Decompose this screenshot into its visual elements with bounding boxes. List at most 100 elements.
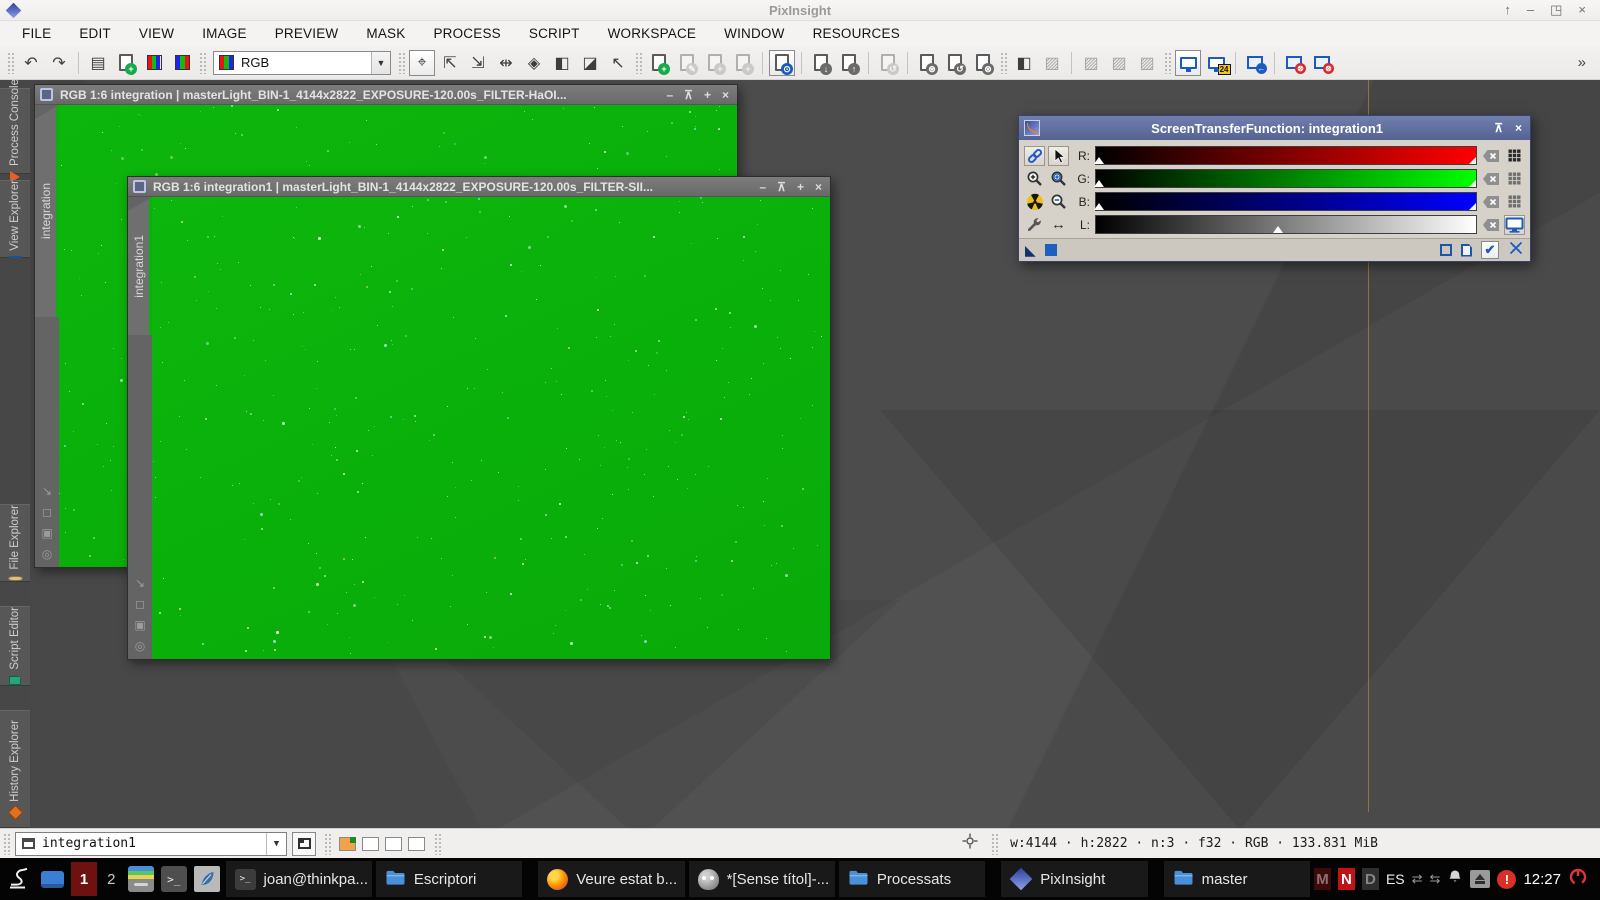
menu-item-view[interactable]: VIEW xyxy=(125,23,188,44)
menu-item-workspace[interactable]: WORKSPACE xyxy=(594,23,711,44)
toolbar-grip[interactable] xyxy=(199,52,206,74)
minimize-button[interactable]: – xyxy=(666,88,673,102)
toolbar-grip[interactable] xyxy=(7,52,14,74)
track-view-icon[interactable]: ⌖ xyxy=(409,50,435,76)
toolbar-grip[interactable] xyxy=(1164,52,1171,74)
alert-badge[interactable]: ! xyxy=(1497,870,1516,889)
keyboard-layout[interactable]: ES xyxy=(1386,871,1405,887)
load-process-icon[interactable]: ↓ xyxy=(808,50,834,76)
zoom-in-icon[interactable] xyxy=(1024,169,1045,189)
window-close-button[interactable]: × xyxy=(1578,2,1586,18)
black-point-auto-icon[interactable] xyxy=(1024,192,1045,212)
sidebar-tab-history-explorer[interactable]: History Explorer xyxy=(0,710,30,828)
stf-slider-l[interactable] xyxy=(1095,215,1477,234)
statusbar-grip[interactable] xyxy=(3,833,10,855)
close-button[interactable]: × xyxy=(722,88,729,102)
window-minimize-button[interactable]: – xyxy=(1527,2,1534,18)
task-button-pixinsight[interactable]: PixInsight xyxy=(1001,861,1147,897)
stf-enable-icon[interactable] xyxy=(1175,50,1201,76)
stf-slider-g[interactable] xyxy=(1095,169,1477,188)
view-tab-integration[interactable]: integration xyxy=(35,105,59,317)
maximize-button[interactable]: + xyxy=(704,88,711,102)
select-view-icon[interactable]: ◪ xyxy=(577,50,603,76)
fit-view-icon[interactable]: ↘ xyxy=(42,484,52,498)
minimize-button[interactable]: – xyxy=(759,180,766,194)
center-view-icon[interactable]: ◎ xyxy=(135,639,145,653)
browse-documentation-icon[interactable] xyxy=(1461,244,1472,257)
tray-sync-icon[interactable]: ⇄ xyxy=(1412,871,1423,887)
task-button--sense-t-tol-[interactable]: *[Sense títol]-... xyxy=(689,861,835,897)
shade-button[interactable]: ⊼ xyxy=(1494,121,1503,135)
image-canvas-integration1[interactable] xyxy=(152,197,830,659)
slider-midtone-marker[interactable] xyxy=(1273,221,1283,233)
menu-item-resources[interactable]: RESOURCES xyxy=(799,23,914,44)
revert-process-icon[interactable]: ↺ xyxy=(875,50,901,76)
show-desktop-button[interactable] xyxy=(38,861,67,897)
channel-reset-icon[interactable] xyxy=(1480,169,1501,189)
fit-window-icon[interactable]: ◻ xyxy=(42,505,52,519)
sidebar-tab-view-explorer[interactable]: View Explorer xyxy=(0,180,30,258)
new-image-icon[interactable]: + xyxy=(113,50,139,76)
stf-24bit-icon[interactable]: 24 xyxy=(1203,50,1229,76)
power-button-icon[interactable] xyxy=(1568,867,1588,892)
new-instance-square-icon[interactable] xyxy=(1440,244,1452,256)
window-restore-button[interactable]: ◳ xyxy=(1550,2,1562,18)
task-button-joan-thinkpa-[interactable]: >_joan@thinkpa... xyxy=(226,861,372,897)
workspace-button-1[interactable]: 1 xyxy=(71,862,96,896)
rgb-channels-icon[interactable] xyxy=(141,50,167,76)
navigate-icon[interactable]: ◈ xyxy=(521,50,547,76)
menu-item-preview[interactable]: PREVIEW xyxy=(261,23,353,44)
stf-slider-b[interactable] xyxy=(1095,192,1477,211)
image-window-titlebar[interactable]: RGB 1:6 integration | masterLight_BIN-1_… xyxy=(35,85,737,105)
zoom-out-icon[interactable] xyxy=(1048,192,1069,212)
close-button[interactable]: × xyxy=(1515,121,1522,135)
edit-identifier-icon[interactable]: ▤ xyxy=(85,50,111,76)
new-view-button[interactable] xyxy=(292,832,316,856)
dropdown-arrow-icon[interactable]: ▼ xyxy=(266,833,286,855)
eject-tray-icon[interactable] xyxy=(1470,870,1490,888)
archive-launcher-button[interactable] xyxy=(126,861,155,897)
mask-select-icon[interactable]: ▨ xyxy=(1134,50,1160,76)
apply-check-button[interactable]: ✔ xyxy=(1481,241,1499,259)
cursor-icon[interactable] xyxy=(1048,146,1069,166)
redo-icon[interactable]: ↷ xyxy=(46,50,72,76)
wm-logo-icon[interactable] xyxy=(5,861,34,897)
center-view-icon[interactable]: ◎ xyxy=(42,547,52,561)
new-process-icon[interactable]: + xyxy=(646,50,672,76)
wrench-icon[interactable] xyxy=(1024,215,1045,235)
channel-reset-icon[interactable] xyxy=(1480,192,1501,212)
menu-item-image[interactable]: IMAGE xyxy=(188,23,261,44)
extract-channels-icon[interactable] xyxy=(169,50,195,76)
channel-grid-icon[interactable] xyxy=(1504,192,1525,212)
task-button-escriptori[interactable]: Escriptori xyxy=(376,861,522,897)
menu-item-window[interactable]: WINDOW xyxy=(710,23,798,44)
statusbar-grip[interactable] xyxy=(434,833,441,855)
toolbar-grip[interactable] xyxy=(635,52,642,74)
shade-button[interactable]: ⊼ xyxy=(777,180,786,194)
sidebar-tab-script-editor[interactable]: Script Editor xyxy=(0,606,30,686)
clone-process-icon[interactable]: + xyxy=(702,50,728,76)
stf-titlebar[interactable]: ScreenTransferFunction: integration1 ⊼ × xyxy=(1019,116,1530,140)
mask-show-icon[interactable]: ▨ xyxy=(1078,50,1104,76)
edit-process-icon[interactable]: ✎ xyxy=(674,50,700,76)
process-settings-icon[interactable]: ⊛ xyxy=(914,50,940,76)
channel-reset-icon[interactable] xyxy=(1480,146,1501,166)
sidebar-tab-file-explorer[interactable]: File Explorer xyxy=(0,504,30,582)
slider-midtone-marker[interactable] xyxy=(1094,152,1104,164)
menu-item-process[interactable]: PROCESS xyxy=(419,23,514,44)
duplicate-view-icon[interactable]: ▣ xyxy=(41,526,52,540)
channel-reset-icon[interactable] xyxy=(1480,215,1501,235)
channel-grid-icon[interactable] xyxy=(1504,169,1525,189)
image-mode-dropdown[interactable]: RGB▼ xyxy=(213,51,391,75)
statusbar-grip[interactable] xyxy=(324,833,331,855)
workspace-thumbnail-4[interactable] xyxy=(408,837,425,851)
image-window-titlebar[interactable]: RGB 1:6 integration1 | masterLight_BIN-1… xyxy=(128,177,830,197)
zoom-to-fit-icon[interactable]: ⇱ xyxy=(437,50,463,76)
stf-dialog[interactable]: ScreenTransferFunction: integration1 ⊼ ×… xyxy=(1018,115,1531,262)
browse-processes-icon[interactable]: ⊙ xyxy=(769,50,795,76)
terminal-launcher-button[interactable]: >_ xyxy=(159,861,188,897)
dropdown-arrow-icon[interactable]: ▼ xyxy=(371,52,390,74)
tray-sync-icon[interactable]: ⇆ xyxy=(1430,871,1441,887)
toolbar-grip[interactable] xyxy=(398,52,405,74)
slider-midtone-marker[interactable] xyxy=(1094,198,1104,210)
